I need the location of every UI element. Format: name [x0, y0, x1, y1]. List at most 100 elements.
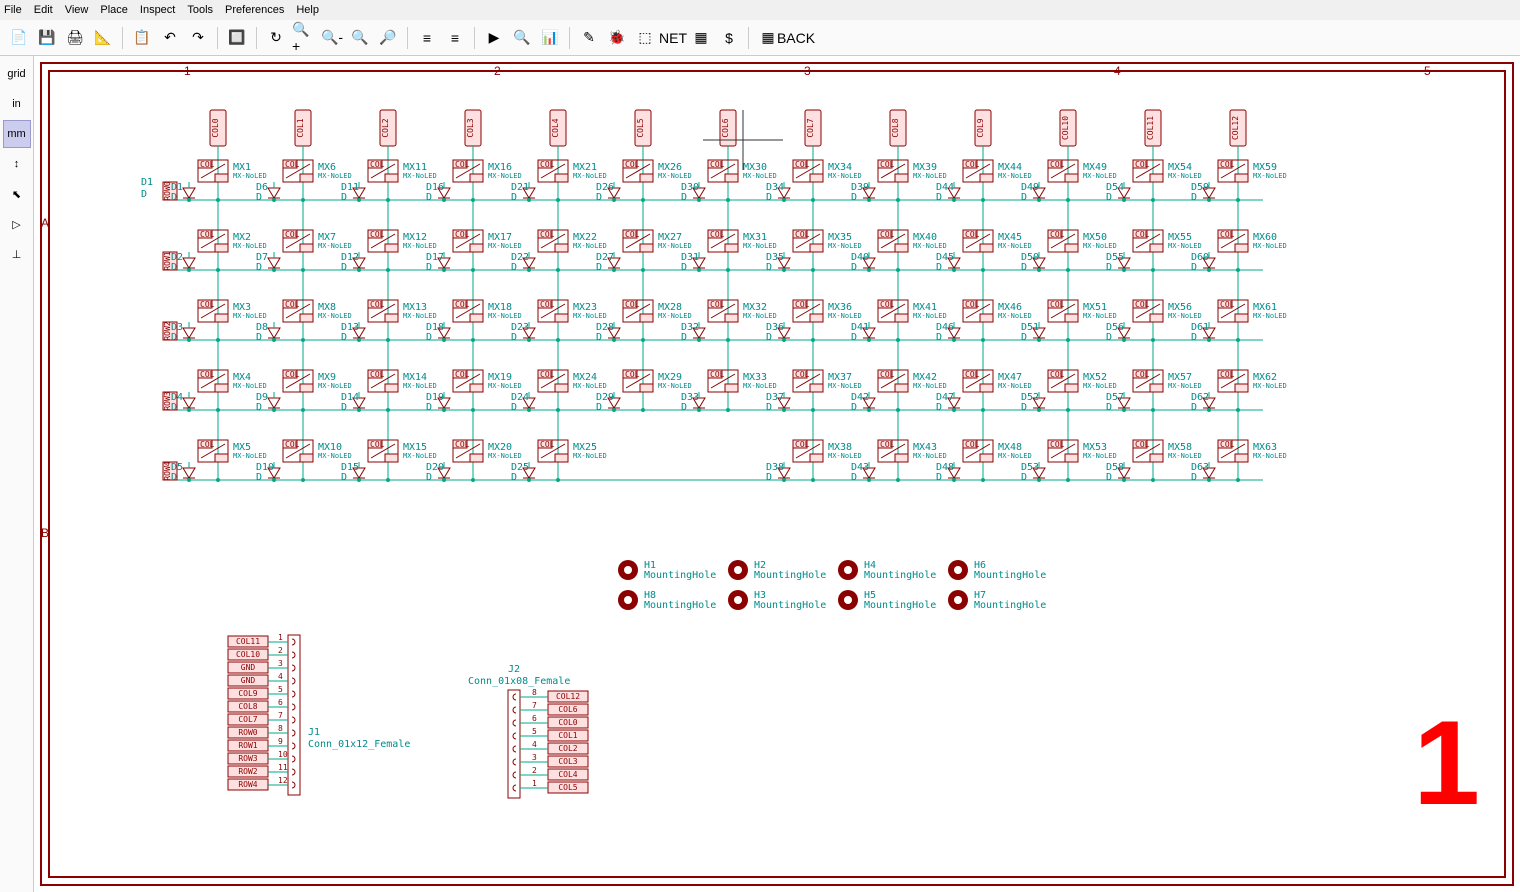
- svg-text:COL9: COL9: [976, 118, 985, 137]
- select-tool-icon[interactable]: ⬉: [3, 180, 31, 208]
- no-connect-icon[interactable]: ⊥: [3, 240, 31, 268]
- cursor-full-icon[interactable]: ↕: [3, 150, 31, 178]
- menu-file[interactable]: File: [4, 4, 22, 16]
- svg-text:D: D: [171, 332, 177, 343]
- svg-text:MX-NoLED: MX-NoLED: [403, 172, 437, 180]
- svg-text:D: D: [1191, 402, 1197, 413]
- print-icon[interactable]: 🖨: [62, 25, 88, 51]
- zoom-window-icon[interactable]: 🔍: [347, 25, 373, 51]
- svg-text:MountingHole: MountingHole: [754, 600, 826, 611]
- grid-icon[interactable]: grid: [3, 60, 31, 88]
- zoom-selection-icon[interactable]: 🔎: [375, 25, 401, 51]
- svg-text:COL: COL: [965, 160, 980, 169]
- menu-help[interactable]: Help: [296, 4, 319, 16]
- svg-text:MX-NoLED: MX-NoLED: [743, 382, 777, 390]
- svg-text:MX-NoLED: MX-NoLED: [1253, 452, 1287, 460]
- svg-text:1: 1: [532, 779, 537, 788]
- zoom-out-icon[interactable]: 🔍-: [319, 25, 345, 51]
- hierarchy-down-icon[interactable]: ≡: [414, 25, 440, 51]
- svg-text:D: D: [851, 332, 857, 343]
- svg-text:COL7: COL7: [238, 715, 257, 724]
- menu-preferences[interactable]: Preferences: [225, 4, 284, 16]
- svg-text:COL: COL: [1050, 300, 1065, 309]
- svg-text:6: 6: [278, 698, 283, 707]
- svg-text:MX-NoLED: MX-NoLED: [488, 452, 522, 460]
- svg-text:MX-NoLED: MX-NoLED: [913, 312, 947, 320]
- svg-text:D1: D1: [141, 177, 153, 188]
- svg-text:D: D: [1021, 472, 1027, 483]
- svg-text:D: D: [511, 262, 517, 273]
- svg-text:COL: COL: [540, 160, 555, 169]
- svg-text:MX-NoLED: MX-NoLED: [403, 242, 437, 250]
- svg-text:COL: COL: [200, 230, 215, 239]
- svg-text:MX-NoLED: MX-NoLED: [828, 242, 862, 250]
- erc-icon[interactable]: ▶: [481, 25, 507, 51]
- svg-text:D: D: [851, 402, 857, 413]
- back-icon[interactable]: BACK: [783, 25, 809, 51]
- svg-text:MX-NoLED: MX-NoLED: [1083, 452, 1117, 460]
- save-icon[interactable]: 💾: [34, 25, 60, 51]
- footprint-icon[interactable]: ⬚: [632, 25, 658, 51]
- find-icon[interactable]: 🔍: [509, 25, 535, 51]
- svg-text:MX-NoLED: MX-NoLED: [913, 382, 947, 390]
- svg-text:COL: COL: [880, 300, 895, 309]
- zoom-fit-icon[interactable]: 🔲: [224, 25, 250, 51]
- zoom-in-icon[interactable]: 🔍+: [291, 25, 317, 51]
- menu-place[interactable]: Place: [100, 4, 128, 16]
- net-icon[interactable]: NET: [660, 25, 686, 51]
- spreadsheet-icon[interactable]: ▦: [688, 25, 714, 51]
- svg-text:D: D: [511, 402, 517, 413]
- svg-text:D: D: [936, 262, 942, 273]
- menu-inspect[interactable]: Inspect: [140, 4, 175, 16]
- svg-text:D: D: [1021, 332, 1027, 343]
- bug-icon[interactable]: 🐞: [604, 25, 630, 51]
- svg-text:D: D: [256, 332, 262, 343]
- svg-text:MX-NoLED: MX-NoLED: [573, 172, 607, 180]
- svg-text:MX-NoLED: MX-NoLED: [828, 312, 862, 320]
- svg-text:D: D: [936, 472, 942, 483]
- svg-text:COL: COL: [1050, 160, 1065, 169]
- refresh-icon[interactable]: ↻: [263, 25, 289, 51]
- units-in-button[interactable]: in: [3, 90, 31, 118]
- svg-text:MX-NoLED: MX-NoLED: [403, 312, 437, 320]
- svg-text:D: D: [936, 192, 942, 203]
- svg-text:MX-NoLED: MX-NoLED: [233, 382, 267, 390]
- redo-icon[interactable]: ↷: [185, 25, 211, 51]
- svg-text:COL: COL: [1220, 230, 1235, 239]
- svg-text:MountingHole: MountingHole: [864, 600, 936, 611]
- schematic-canvas[interactable]: 12345AB COL0COL1COL2COL3COL4COL5COL6COL7…: [34, 56, 1520, 892]
- svg-text:ROW4: ROW4: [238, 780, 257, 789]
- bom-icon[interactable]: $: [716, 25, 742, 51]
- svg-text:COL11: COL11: [1146, 116, 1155, 140]
- svg-text:MX-NoLED: MX-NoLED: [1253, 312, 1287, 320]
- svg-text:MX-NoLED: MX-NoLED: [573, 242, 607, 250]
- menu-edit[interactable]: Edit: [34, 4, 53, 16]
- svg-text:D: D: [1106, 192, 1112, 203]
- svg-text:D: D: [596, 332, 602, 343]
- svg-text:D: D: [511, 332, 517, 343]
- svg-text:MountingHole: MountingHole: [974, 600, 1046, 611]
- svg-text:D: D: [936, 332, 942, 343]
- menu-tools[interactable]: Tools: [187, 4, 213, 16]
- units-mm-button[interactable]: mm: [3, 120, 31, 148]
- svg-text:ROW2: ROW2: [238, 767, 257, 776]
- menu-view[interactable]: View: [65, 4, 89, 16]
- svg-text:COL: COL: [455, 370, 470, 379]
- netlist-icon[interactable]: 📊: [537, 25, 563, 51]
- svg-text:MX-NoLED: MX-NoLED: [743, 172, 777, 180]
- svg-text:COL: COL: [1220, 440, 1235, 449]
- svg-text:MX-NoLED: MX-NoLED: [1083, 172, 1117, 180]
- annotate-icon[interactable]: ✎: [576, 25, 602, 51]
- page-settings-icon[interactable]: 📐: [90, 25, 116, 51]
- svg-text:D: D: [341, 402, 347, 413]
- svg-text:MX-NoLED: MX-NoLED: [318, 242, 352, 250]
- paste-icon[interactable]: 📋: [129, 25, 155, 51]
- new-icon[interactable]: 📄: [6, 25, 32, 51]
- svg-text:COL: COL: [285, 370, 300, 379]
- highlight-tool-icon[interactable]: ▷: [3, 210, 31, 238]
- hierarchy-up-icon[interactable]: ≡: [442, 25, 468, 51]
- undo-icon[interactable]: ↶: [157, 25, 183, 51]
- svg-text:3: 3: [532, 753, 537, 762]
- svg-text:MountingHole: MountingHole: [754, 570, 826, 581]
- svg-text:COL4: COL4: [551, 118, 560, 137]
